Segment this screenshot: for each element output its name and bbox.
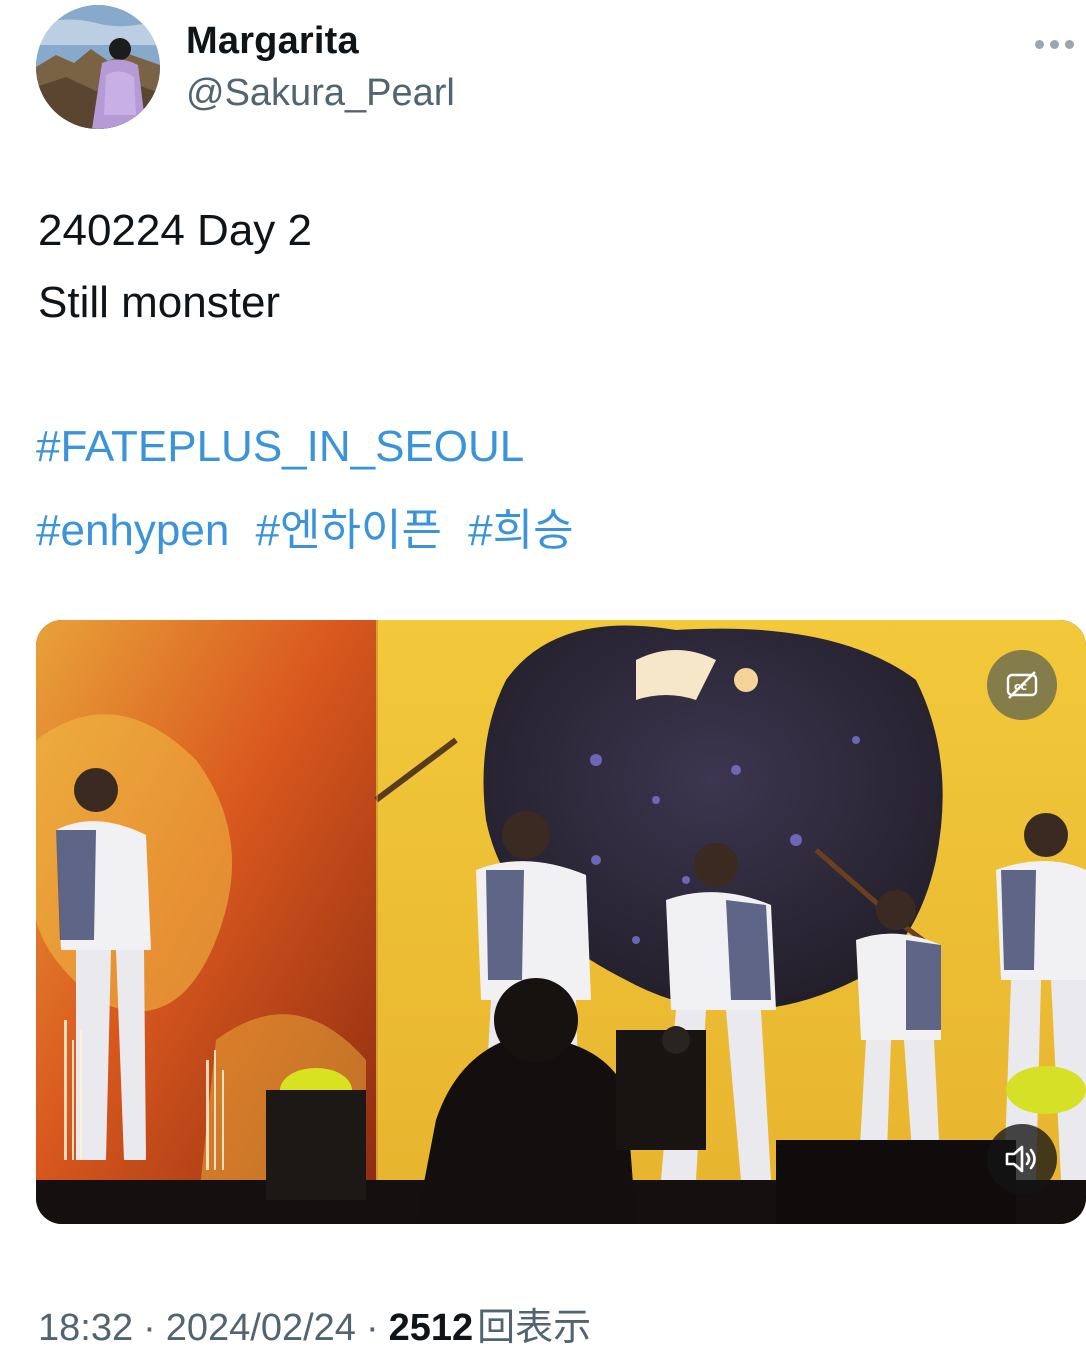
more-options-button[interactable]	[1026, 26, 1082, 62]
hashtag-row: #FATEPLUS_IN_SEOUL	[36, 422, 524, 472]
volume-button[interactable]	[987, 1124, 1057, 1194]
captions-button[interactable]: cc	[987, 650, 1057, 720]
author-display-name[interactable]: Margarita	[186, 20, 359, 63]
separator: ·	[365, 1307, 379, 1346]
author-handle[interactable]: @Sakura_Pearl	[186, 72, 455, 115]
avatar-photo	[36, 5, 160, 129]
hashtag-link[interactable]: #enhypen	[36, 506, 229, 555]
hashtag-link[interactable]: #엔하이픈	[256, 506, 442, 555]
dot-icon	[1049, 39, 1059, 49]
tweet-text-line: Still monster	[38, 278, 281, 327]
tweet-time[interactable]: 18:32	[38, 1307, 133, 1346]
captions-off-icon: cc	[1006, 671, 1038, 699]
tweet: Margarita @Sakura_Pearl 240224 Day 2 Sti…	[0, 0, 1086, 1346]
dot-icon	[1034, 39, 1044, 49]
tweet-date[interactable]: 2024/02/24	[166, 1307, 356, 1346]
speaker-icon	[1005, 1145, 1036, 1173]
hashtag-link[interactable]: #FATEPLUS_IN_SEOUL	[36, 422, 524, 471]
avatar[interactable]	[36, 5, 160, 129]
dot-icon	[1064, 39, 1074, 49]
video-player[interactable]: cc	[36, 620, 1086, 1224]
hashtag-link[interactable]: #희승	[468, 506, 573, 555]
separator: ·	[143, 1307, 156, 1346]
view-count[interactable]: 2512	[389, 1307, 474, 1346]
hashtag-row: #enhypen #엔하이픈 #희승	[36, 494, 574, 558]
tweet-meta: 18:32 · 2024/02/24 · 2512 回表示	[38, 1296, 591, 1346]
view-count-label: 回表示	[477, 1307, 592, 1346]
video-frame	[36, 620, 1086, 1224]
tweet-text-line: 240224 Day 2	[38, 206, 312, 255]
